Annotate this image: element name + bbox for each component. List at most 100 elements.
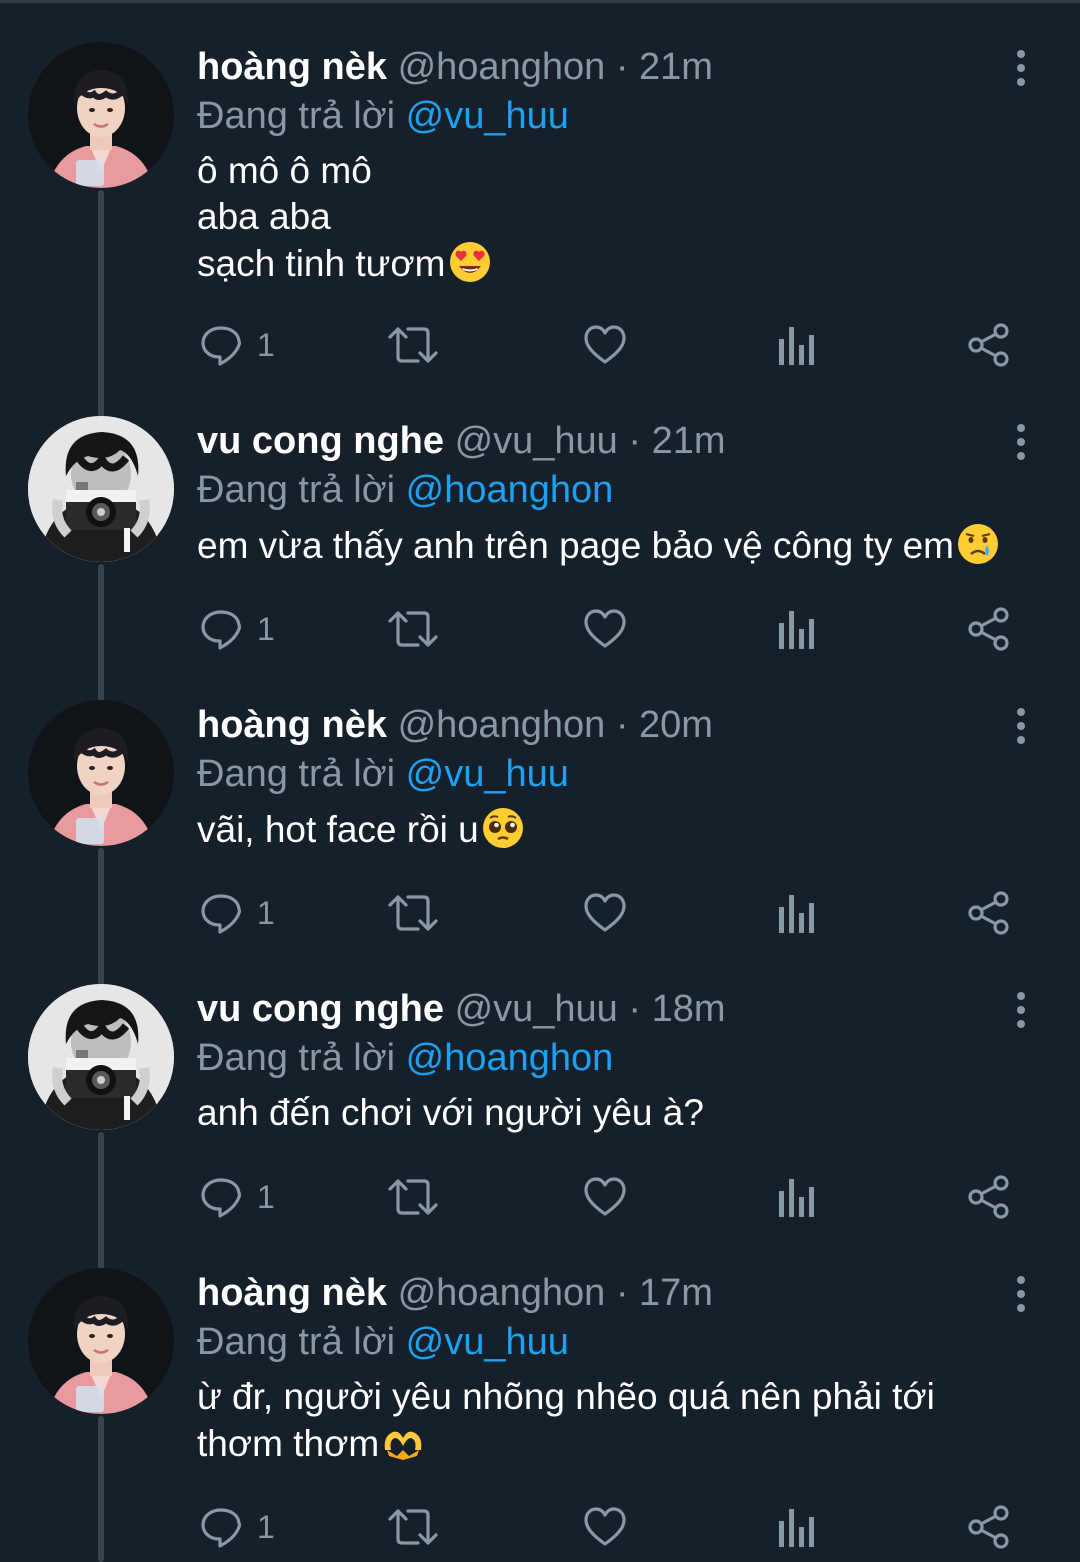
timestamp[interactable]: 17m <box>639 1272 713 1314</box>
retweet-button[interactable] <box>388 1502 438 1552</box>
share-button[interactable] <box>967 1502 1011 1552</box>
share-icon <box>968 323 1009 367</box>
timestamp[interactable]: 21m <box>639 46 713 88</box>
tweet-header: hoàng nèk @hoanghon · 17m <box>197 1268 1040 1318</box>
tweet-body: em vừa thấy anh trên page bảo vệ công ty… <box>197 525 955 566</box>
reply-count: 1 <box>257 610 275 647</box>
mention-link[interactable]: @vu_huu <box>406 95 569 137</box>
replying-to: Đang trả lời @vu_huu <box>197 92 1040 140</box>
more-options-icon[interactable] <box>1004 48 1038 88</box>
user-handle[interactable]: @hoanghon <box>398 1272 606 1314</box>
display-name[interactable]: vu cong nghe <box>197 420 444 462</box>
tweet-header: vu cong nghe @vu_huu · 21m <box>197 416 1040 466</box>
replying-to-label: Đang trả lời <box>197 753 396 795</box>
comment-icon <box>201 1178 242 1218</box>
share-button[interactable] <box>967 320 1011 370</box>
share-button[interactable] <box>967 888 1011 938</box>
analytics-icon <box>779 327 814 365</box>
avatar-pink-shirt[interactable] <box>28 1268 174 1414</box>
mention-link[interactable]: @vu_huu <box>406 1321 569 1363</box>
user-handle[interactable]: @vu_huu <box>455 420 618 462</box>
replying-to: Đang trả lời @hoanghon <box>197 1034 1040 1082</box>
replying-to: Đang trả lời @vu_huu <box>197 1318 1040 1366</box>
tweet-text: ô mô ô mô aba aba sạch tinh tươm <box>197 148 1040 287</box>
avatar-pink-shirt[interactable] <box>28 700 174 846</box>
separator-dot: · <box>615 46 629 88</box>
heart-icon <box>584 893 626 932</box>
share-button[interactable] <box>967 1172 1011 1222</box>
analytics-button[interactable] <box>777 320 817 370</box>
tweet-content: vu cong nghe @vu_huu · 21m Đang trả lời … <box>197 416 1040 569</box>
tweet-actions: 1 <box>0 604 1080 654</box>
user-handle[interactable]: @hoanghon <box>398 704 606 746</box>
reply-button[interactable]: 1 <box>199 320 275 370</box>
timestamp[interactable]: 20m <box>639 704 713 746</box>
tweet-text: vãi, hot face rồi u <box>197 806 1040 853</box>
tweet-body: anh đến chơi với người yêu à? <box>197 1092 704 1133</box>
reply-button[interactable]: 1 <box>199 1502 275 1552</box>
tweet-header: hoàng nèk @hoanghon · 20m <box>197 700 1040 750</box>
analytics-button[interactable] <box>777 1172 817 1222</box>
more-options-icon[interactable] <box>1004 990 1038 1030</box>
mention-link[interactable]: @hoanghon <box>406 469 614 511</box>
reply-button[interactable]: 1 <box>199 604 275 654</box>
tweet-text: em vừa thấy anh trên page bảo vệ công ty… <box>197 522 1040 569</box>
reply-count: 1 <box>257 894 275 931</box>
retweet-button[interactable] <box>388 1172 438 1222</box>
like-button[interactable] <box>583 320 627 370</box>
tweet-body: ừ đr, người yêu nhõng nhẽo quá nên phải … <box>197 1376 935 1464</box>
analytics-button[interactable] <box>777 604 817 654</box>
tweet-text: ừ đr, người yêu nhõng nhẽo quá nên phải … <box>197 1374 1040 1467</box>
replying-to: Đang trả lời @vu_huu <box>197 750 1040 798</box>
tweet-content: hoàng nèk @hoanghon · 20m Đang trả lời @… <box>197 700 1040 853</box>
analytics-icon <box>779 611 814 649</box>
like-button[interactable] <box>583 888 627 938</box>
tweet-header: hoàng nèk @hoanghon · 21m <box>197 42 1040 92</box>
tweet-header: vu cong nghe @vu_huu · 18m <box>197 984 1040 1034</box>
like-button[interactable] <box>583 1172 627 1222</box>
user-handle[interactable]: @vu_huu <box>455 988 618 1030</box>
avatar-camera-bw[interactable] <box>28 984 174 1130</box>
like-button[interactable] <box>583 604 627 654</box>
more-options-icon[interactable] <box>1004 706 1038 746</box>
tweet-content: vu cong nghe @vu_huu · 18m Đang trả lời … <box>197 984 1040 1136</box>
retweet-button[interactable] <box>388 888 438 938</box>
heart-icon <box>584 325 626 364</box>
separator-dot: · <box>628 988 642 1030</box>
more-options-icon[interactable] <box>1004 422 1038 462</box>
comment-icon <box>201 894 242 934</box>
mention-link[interactable]: @hoanghon <box>406 1037 614 1079</box>
share-icon <box>968 1505 1009 1549</box>
tweet-actions: 1 <box>0 1172 1080 1222</box>
display-name[interactable]: hoàng nèk <box>197 1272 387 1314</box>
reply-count: 1 <box>257 1178 275 1215</box>
reply-button[interactable]: 1 <box>199 888 275 938</box>
reply-button[interactable]: 1 <box>199 1172 275 1222</box>
comment-icon <box>201 1508 242 1548</box>
thread-line <box>98 190 104 418</box>
crying-face-icon <box>956 522 1000 566</box>
retweet-icon <box>388 327 438 363</box>
like-button[interactable] <box>583 1502 627 1552</box>
more-options-icon[interactable] <box>1004 1274 1038 1314</box>
analytics-button[interactable] <box>777 1502 817 1552</box>
heart-icon <box>584 609 626 648</box>
analytics-button[interactable] <box>777 888 817 938</box>
mention-link[interactable]: @vu_huu <box>406 753 569 795</box>
analytics-icon <box>779 895 814 933</box>
display-name[interactable]: hoàng nèk <box>197 704 387 746</box>
retweet-button[interactable] <box>388 604 438 654</box>
retweet-button[interactable] <box>388 320 438 370</box>
share-button[interactable] <box>967 604 1011 654</box>
display-name[interactable]: vu cong nghe <box>197 988 444 1030</box>
tweet-actions: 1 <box>0 320 1080 370</box>
timestamp[interactable]: 18m <box>652 988 726 1030</box>
display-name[interactable]: hoàng nèk <box>197 46 387 88</box>
retweet-icon <box>388 1509 438 1545</box>
timestamp[interactable]: 21m <box>652 420 726 462</box>
reply-count: 1 <box>257 326 275 363</box>
user-handle[interactable]: @hoanghon <box>398 46 606 88</box>
avatar-pink-shirt[interactable] <box>28 42 174 188</box>
replying-to-label: Đang trả lời <box>197 95 396 137</box>
avatar-camera-bw[interactable] <box>28 416 174 562</box>
